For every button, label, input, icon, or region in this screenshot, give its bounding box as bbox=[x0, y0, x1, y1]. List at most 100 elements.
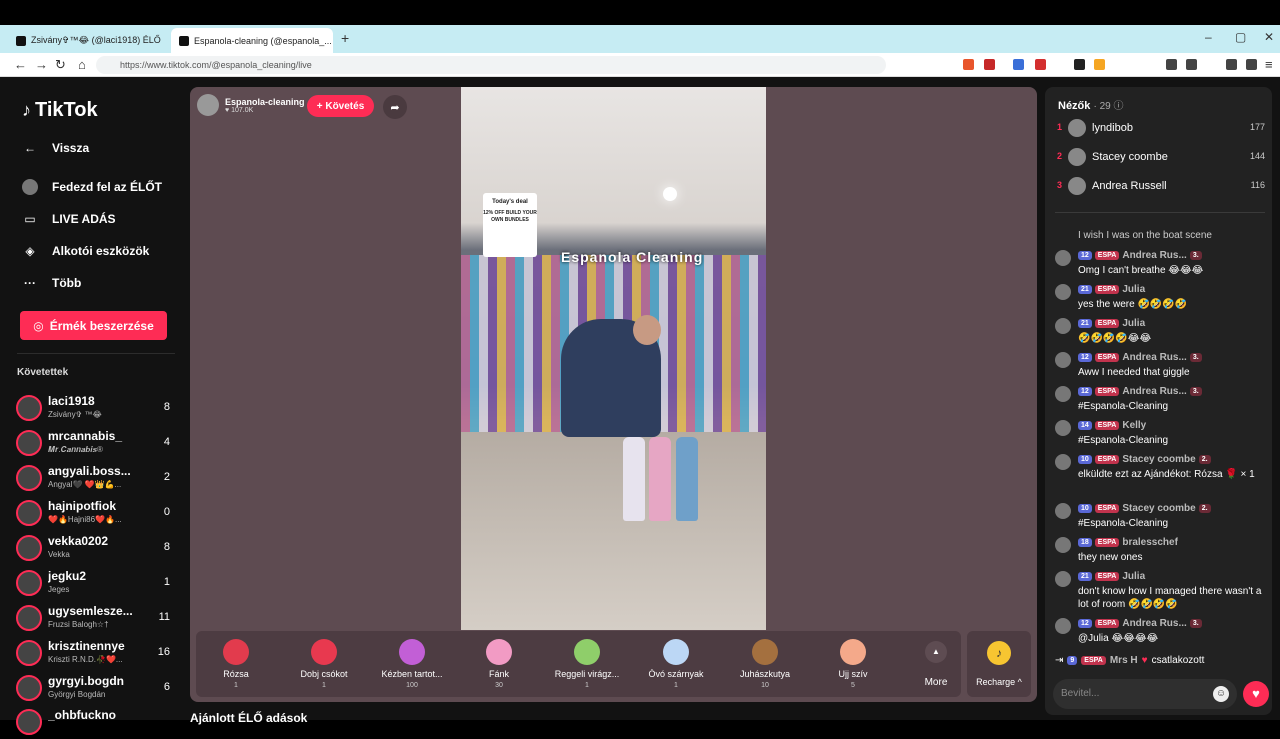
sidebar-item-explore-live[interactable]: Fedezd fel az ÉLŐT bbox=[22, 179, 162, 195]
level-badge: 12 bbox=[1078, 619, 1092, 628]
following-item[interactable]: mrcannabis_ 𝑴𝒓.𝑪𝒂𝒏𝒏𝒂𝒃𝒊𝒔® 4 bbox=[16, 428, 176, 460]
chat-username[interactable]: Andrea Rus... bbox=[1122, 250, 1186, 261]
sidebar-item-live[interactable]: ▭ LIVE ADÁS bbox=[22, 211, 115, 227]
avatar[interactable] bbox=[1055, 386, 1071, 402]
chat-message: 21 ESPA Julia 🤣🤣🤣🤣😂😂 bbox=[1055, 318, 1267, 348]
like-heart-button[interactable]: ♥ bbox=[1243, 681, 1269, 707]
translate-icon[interactable] bbox=[1013, 59, 1024, 70]
extension-icon[interactable] bbox=[1035, 59, 1046, 70]
level-badge: 18 bbox=[1078, 538, 1092, 547]
tiktok-logo[interactable]: ♪ TikTok bbox=[22, 99, 98, 122]
url-field[interactable]: https://www.tiktok.com/@espanola_cleanin… bbox=[96, 56, 886, 74]
rank-badge: 3. bbox=[1189, 619, 1202, 628]
avatar bbox=[16, 605, 42, 631]
extension-icon[interactable] bbox=[984, 59, 995, 70]
maximize-button[interactable]: ▢ bbox=[1235, 30, 1246, 44]
avatar[interactable] bbox=[1055, 618, 1071, 634]
chat-username[interactable]: Julia bbox=[1122, 318, 1145, 329]
reload-icon[interactable]: ↻ bbox=[55, 57, 66, 73]
avatar bbox=[16, 395, 42, 421]
menu-icon[interactable]: ≡ bbox=[1265, 57, 1273, 72]
following-item[interactable]: krisztinennye Kriszti R.N.D.🥀❤️... 16 bbox=[16, 638, 176, 670]
gift-item[interactable]: Reggeli virágz... 1 bbox=[547, 631, 627, 697]
level-badge: 21 bbox=[1078, 319, 1092, 328]
extension-icon[interactable] bbox=[1226, 59, 1237, 70]
following-item[interactable]: ugysemlesze... Fruzsi Balogh☆† 11 bbox=[16, 603, 176, 635]
following-item[interactable]: _ohbfuckno bbox=[16, 707, 176, 739]
minimize-button[interactable]: – bbox=[1205, 30, 1212, 44]
gift-item[interactable]: Rózsa 1 bbox=[196, 631, 276, 697]
extension-icon[interactable] bbox=[1074, 59, 1085, 70]
music-icon[interactable] bbox=[1166, 59, 1177, 70]
gift-item[interactable]: Dobj csókot 1 bbox=[284, 631, 364, 697]
chat-username[interactable]: Stacey coombe bbox=[1122, 503, 1195, 514]
following-item[interactable]: vekka0202 Vekka 8 bbox=[16, 533, 176, 565]
tab-title: Espanola-cleaning (@espanola_... bbox=[194, 35, 332, 46]
avatar[interactable] bbox=[1055, 352, 1071, 368]
following-item[interactable]: gyrgyi.bogdn Györgyi Bogdán 6 bbox=[16, 673, 176, 705]
extension-icon[interactable] bbox=[963, 59, 974, 70]
new-tab-button[interactable]: + bbox=[341, 30, 349, 46]
emoji-icon[interactable]: ☺ bbox=[1213, 686, 1229, 702]
top-viewer-row[interactable]: 2 Stacey coombe 144 bbox=[1057, 148, 1265, 168]
chat-username[interactable]: Julia bbox=[1122, 284, 1145, 295]
avatar[interactable] bbox=[1055, 537, 1071, 553]
avatar[interactable] bbox=[1055, 318, 1071, 334]
chat-username[interactable]: Andrea Rus... bbox=[1122, 386, 1186, 397]
browser-tab-active[interactable]: Espanola-cleaning (@espanola_... ✕ bbox=[171, 28, 333, 53]
gift-item[interactable]: Kézben tartot... 100 bbox=[372, 631, 452, 697]
home-icon[interactable]: ⌂ bbox=[78, 57, 86, 72]
share-icon[interactable]: ➦ bbox=[383, 95, 407, 119]
chat-username[interactable]: Andrea Rus... bbox=[1122, 618, 1186, 629]
avatar bbox=[1068, 119, 1086, 137]
viewers-header[interactable]: Nézők · 29 ⓘ bbox=[1058, 97, 1123, 112]
live-video[interactable]: Espanola Cleaning Today's deal 12% OFF B… bbox=[461, 87, 766, 630]
recommended-live-title: Ajánlott ÉLŐ adások bbox=[190, 711, 308, 725]
sidebar-item-more[interactable]: ··· Több bbox=[22, 275, 81, 291]
avatar[interactable] bbox=[1055, 420, 1071, 436]
follow-button[interactable]: + Követés bbox=[307, 95, 374, 117]
fan-badge: ESPA bbox=[1094, 387, 1120, 396]
chat-username[interactable]: Julia bbox=[1122, 571, 1145, 582]
shield-icon[interactable] bbox=[1246, 59, 1257, 70]
host-info[interactable]: Espanola-cleaning ♥ 107.0K bbox=[197, 94, 305, 116]
chat-username[interactable]: Mrs H bbox=[1110, 655, 1138, 666]
top-viewer-row[interactable]: 3 Andrea Russell 116 bbox=[1057, 177, 1265, 197]
screen: Zsivány✞™😂 (@laci1918) ÉLŐ Espanola-clea… bbox=[0, 0, 1280, 735]
fan-badge: ESPA bbox=[1094, 421, 1120, 430]
get-coins-button[interactable]: ◎ Érmék beszerzése bbox=[20, 311, 167, 340]
back-arrow-icon[interactable]: ← bbox=[14, 57, 27, 72]
enter-icon: ⇥ bbox=[1055, 655, 1064, 666]
gift-item[interactable]: Óvó szárnyak 1 bbox=[636, 631, 716, 697]
avatar[interactable] bbox=[1055, 284, 1071, 300]
chat-input[interactable]: Bevitel... bbox=[1053, 679, 1237, 709]
gift-item[interactable]: Fánk 30 bbox=[459, 631, 539, 697]
recharge-button[interactable]: ♪ Recharge ^ bbox=[967, 631, 1031, 697]
rank-badge: 3. bbox=[1189, 353, 1202, 362]
sidebar-item-creator-tools[interactable]: ◈ Alkotói eszközök bbox=[22, 243, 149, 259]
close-window-button[interactable]: ✕ bbox=[1264, 30, 1274, 44]
avatar[interactable] bbox=[1055, 503, 1071, 519]
avatar[interactable] bbox=[1055, 250, 1071, 266]
chat-username[interactable]: bralesschef bbox=[1122, 537, 1178, 548]
following-item[interactable]: laci1918 Zsivány✞ ™😂 8 bbox=[16, 393, 176, 425]
extension-icon[interactable] bbox=[1094, 59, 1105, 70]
avatar[interactable] bbox=[1055, 571, 1071, 587]
more-gifts-button[interactable]: ▲ More bbox=[911, 631, 961, 697]
chat-username[interactable]: Kelly bbox=[1122, 420, 1146, 431]
following-item[interactable]: hajnipotfiok ❤️🔥Hajni86❤️🔥... 0 bbox=[16, 498, 176, 530]
chat-panel: Nézők · 29 ⓘ 1 lyndibob 177 2 Stacey coo… bbox=[1045, 87, 1272, 715]
back-button[interactable]: ← Vissza bbox=[22, 140, 89, 156]
top-viewer-row[interactable]: 1 lyndibob 177 bbox=[1057, 119, 1265, 139]
following-item[interactable]: jegku2 Jeges 1 bbox=[16, 568, 176, 600]
chat-message: 21 ESPA Julia yes the were 🤣🤣🤣🤣 bbox=[1055, 284, 1267, 314]
chat-username[interactable]: Andrea Rus... bbox=[1122, 352, 1186, 363]
forward-arrow-icon[interactable]: → bbox=[35, 57, 48, 72]
browser-tab[interactable]: Zsivány✞™😂 (@laci1918) ÉLŐ bbox=[8, 28, 166, 53]
gift-item[interactable]: Juhászkutya 10 bbox=[725, 631, 805, 697]
sidebar-icon[interactable] bbox=[1186, 59, 1197, 70]
chat-username[interactable]: Stacey coombe bbox=[1122, 454, 1195, 465]
gift-item[interactable]: Ujj szív 5 bbox=[813, 631, 893, 697]
following-item[interactable]: angyali.boss... Angyal🖤 ❤️👑💪... 2 bbox=[16, 463, 176, 495]
following-title: Követettek bbox=[17, 367, 69, 378]
